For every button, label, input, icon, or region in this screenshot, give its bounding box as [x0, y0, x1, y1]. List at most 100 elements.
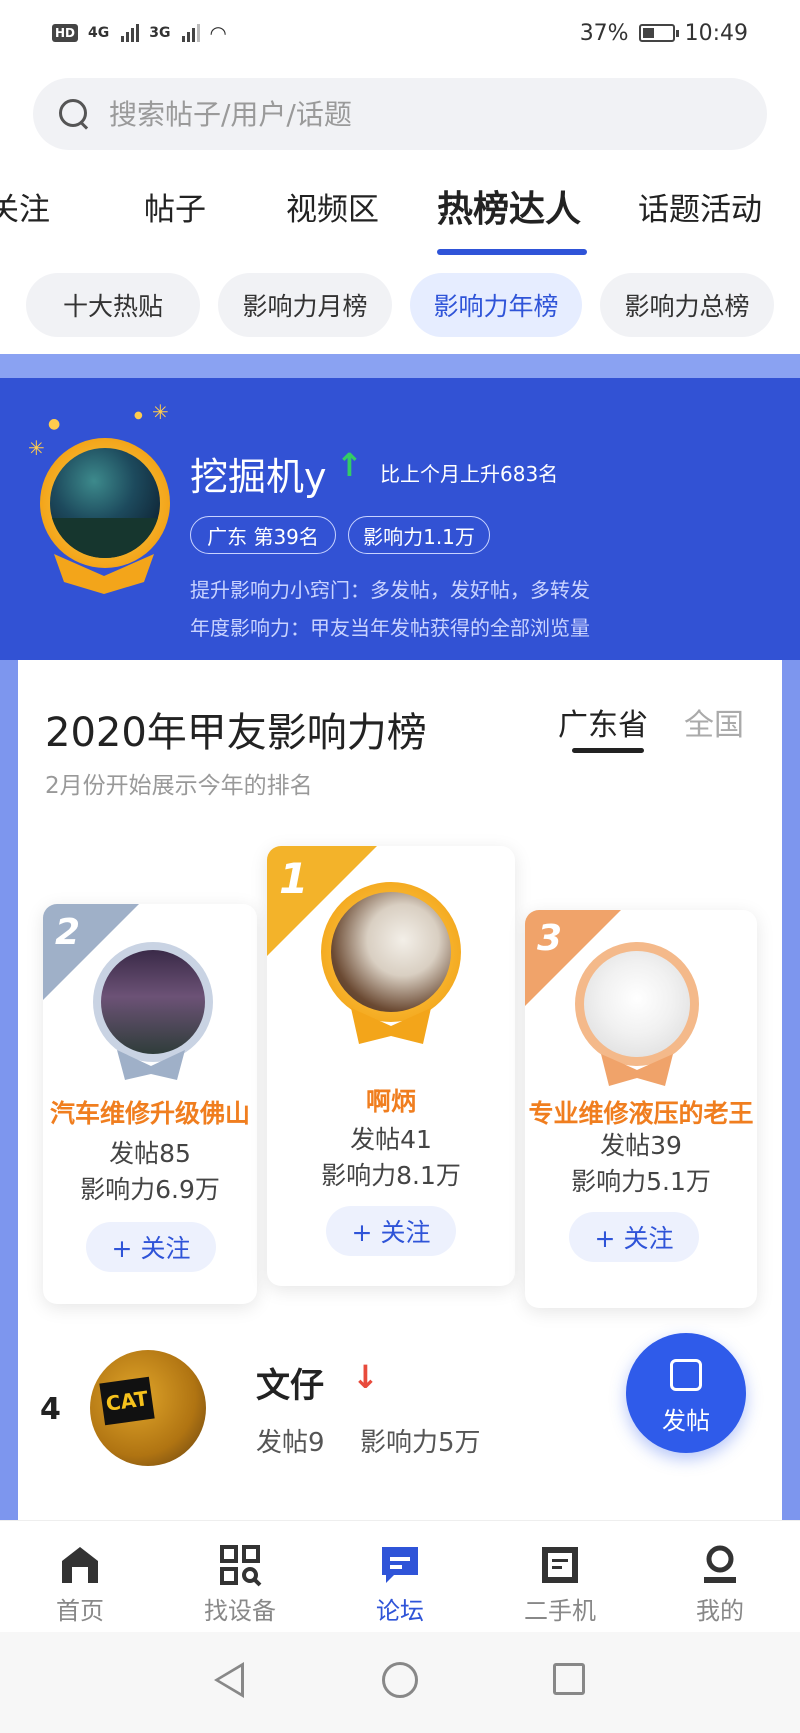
podium-influence-1: 影响力8.1万 — [321, 1161, 461, 1190]
nav-second-hand[interactable]: 二手机 — [480, 1521, 640, 1633]
top-tabs: 关注 帖子 视频区 热榜达人 话题活动 — [0, 170, 800, 260]
podium-name-2: 汽车维修升级佛山 — [49, 1099, 250, 1128]
user-influence-4: 影响力5万 — [360, 1428, 481, 1458]
status-bar: HD 4G 3G ◠ 37% 10:49 — [0, 0, 800, 66]
tab-follow[interactable]: 关注 — [0, 184, 50, 229]
new-post-button[interactable]: 发帖 — [626, 1333, 746, 1453]
rank-up-arrow-icon: ↑ — [336, 446, 363, 484]
rank-down-arrow-icon: ↓ — [352, 1358, 379, 1396]
podium-posts-1: 发帖41 — [350, 1125, 432, 1154]
avatar-2[interactable] — [93, 942, 213, 1062]
nav-find-equipment[interactable]: 找设备 — [160, 1521, 320, 1633]
chip-total[interactable]: 影响力总榜 — [600, 273, 774, 337]
tab-posts[interactable]: 帖子 — [144, 184, 206, 229]
region-tab-national[interactable]: 全国 — [684, 700, 744, 744]
clock: 10:49 — [684, 20, 748, 46]
podium-card-3[interactable]: 3 专业维修液压的老王 发帖39 影响力5.1万 + 关注 — [525, 910, 757, 1308]
search-input[interactable] — [109, 97, 709, 131]
recent-apps-icon[interactable] — [553, 1663, 585, 1695]
cat-logo: CAT — [99, 1376, 155, 1426]
region-active-indicator — [572, 748, 644, 753]
sparkle-icon-4: ✳ — [152, 400, 169, 424]
system-nav-bar — [0, 1632, 800, 1733]
tab-hot-ranking[interactable]: 热榜达人 — [437, 180, 581, 232]
back-icon[interactable] — [214, 1662, 244, 1698]
nav-label-second-hand: 二手机 — [524, 1597, 596, 1625]
nav-forum[interactable]: 论坛 — [320, 1521, 480, 1633]
search-icon — [59, 99, 89, 129]
rank-number-1: 1 — [279, 854, 309, 903]
sparkle-icon-3: ● — [134, 410, 143, 421]
medal-ribbon-icon — [54, 554, 154, 594]
wifi-icon: ◠ — [210, 21, 226, 45]
battery-percent: 37% — [579, 20, 629, 46]
sparkle-icon-2: ● — [48, 416, 61, 432]
home-circle-icon[interactable] — [382, 1662, 418, 1698]
follow-button-2[interactable]: + 关注 — [86, 1222, 216, 1272]
ranking-chips: 十大热贴 影响力月榜 影响力年榜 影响力总榜 — [0, 273, 800, 339]
follow-button-1[interactable]: + 关注 — [326, 1206, 456, 1256]
status-right: 37% 10:49 — [580, 21, 748, 46]
tip-line-2: 年度影响力：甲友当年发帖获得的全部浏览量 — [190, 616, 590, 640]
region-tab-province[interactable]: 广东省 — [558, 700, 648, 744]
avatar-3[interactable] — [575, 942, 699, 1066]
my-username: 挖掘机y — [190, 455, 327, 499]
chip-yearly[interactable]: 影响力年榜 — [410, 273, 582, 337]
banner-edge — [0, 354, 800, 380]
podium-posts-2: 发帖85 — [109, 1139, 191, 1168]
new-post-label: 发帖 — [662, 1407, 710, 1435]
search-bar[interactable] — [33, 78, 767, 150]
podium-influence-3: 影响力5.1万 — [571, 1167, 711, 1196]
podium-name-1: 啊炳 — [365, 1087, 416, 1116]
status-left: HD 4G 3G ◠ — [52, 21, 226, 45]
ribbon-1-icon — [351, 1008, 431, 1044]
board-subtitle: 2月份开始展示今年的排名 — [45, 773, 313, 799]
network-label-3g: 3G — [149, 25, 171, 41]
chat-icon — [382, 1547, 418, 1583]
nav-home[interactable]: 首页 — [0, 1521, 160, 1633]
my-ranking-banner: ✳ ● ● ✳ 挖掘机y ↑ 比上个月上升683名 广东 第39名 影响力1.1… — [0, 378, 800, 660]
card-right-edge — [782, 660, 800, 1520]
sparkle-icon: ✳ — [28, 436, 45, 460]
nav-label-find-equipment: 找设备 — [204, 1597, 276, 1625]
avatar-4[interactable]: CAT — [90, 1350, 206, 1466]
follow-button-3[interactable]: + 关注 — [569, 1212, 699, 1262]
user-posts-4: 发帖9 — [256, 1428, 325, 1458]
podium-card-1[interactable]: 1 啊炳 发帖41 影响力8.1万 + 关注 — [267, 846, 515, 1286]
avatar-1[interactable] — [321, 882, 461, 1022]
avatar-1-photo — [331, 892, 451, 1012]
user-name-4: 文仔 — [256, 1366, 324, 1406]
avatar-3-photo — [584, 951, 690, 1057]
nav-label-home: 首页 — [56, 1597, 104, 1625]
signal-icon — [121, 24, 140, 42]
ribbon-3-icon — [601, 1054, 673, 1086]
ribbon-2-icon — [117, 1050, 185, 1080]
podium-posts-3: 发帖39 — [600, 1131, 682, 1160]
rank-number-4: 4 — [40, 1392, 61, 1427]
card-left-edge — [0, 660, 18, 1520]
network-label-4g: 4G — [88, 25, 110, 41]
influence-badge: 影响力1.1万 — [348, 516, 490, 554]
home-icon — [62, 1547, 98, 1583]
hd-icon: HD — [52, 24, 79, 42]
region-rank-badge: 广东 第39名 — [190, 516, 336, 554]
tab-topics[interactable]: 话题活动 — [638, 184, 762, 229]
nav-label-forum: 论坛 — [376, 1597, 424, 1625]
my-avatar[interactable] — [40, 438, 170, 568]
rank-number-3: 3 — [537, 918, 563, 959]
chip-monthly[interactable]: 影响力月榜 — [218, 273, 392, 337]
chip-top-ten[interactable]: 十大热贴 — [26, 273, 200, 337]
podium-card-2[interactable]: 2 汽车维修升级佛山 发帖85 影响力6.9万 + 关注 — [43, 904, 257, 1304]
nav-profile[interactable]: 我的 — [640, 1521, 800, 1633]
podium-name-3: 专业维修液压的老王 — [528, 1099, 754, 1128]
battery-icon — [638, 24, 679, 42]
rank-change-text: 比上个月上升683名 — [380, 462, 559, 486]
grid-search-icon — [220, 1545, 262, 1587]
tip-line-1: 提升影响力小窍门：多发帖，发好帖，多转发 — [190, 578, 590, 602]
tab-video[interactable]: 视频区 — [286, 184, 379, 229]
person-icon — [704, 1545, 736, 1583]
bottom-nav: 首页 找设备 论坛 二手机 我的 — [0, 1520, 800, 1632]
signal-icon-2 — [182, 24, 201, 42]
tab-active-indicator — [437, 249, 587, 255]
document-icon — [542, 1547, 578, 1583]
